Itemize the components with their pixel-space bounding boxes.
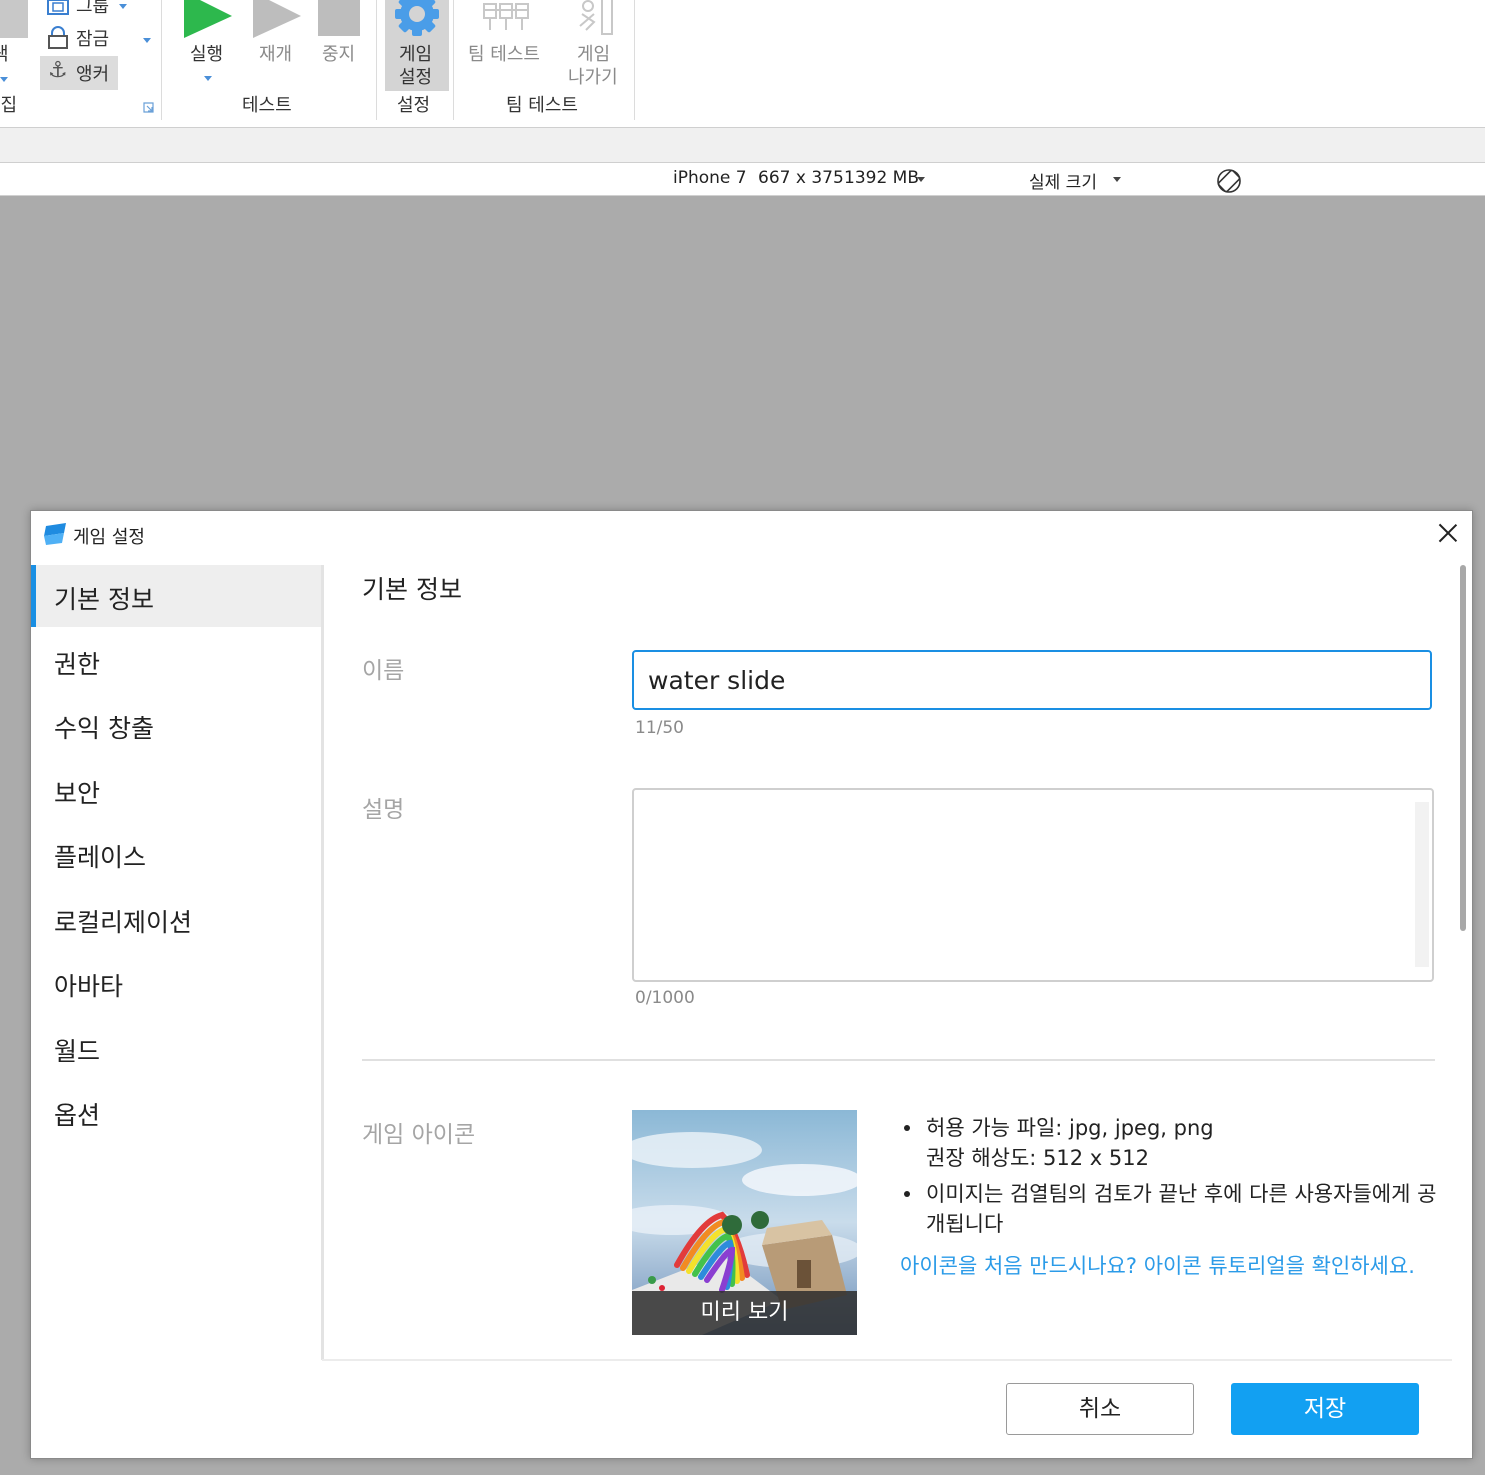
group-icon[interactable] bbox=[46, 0, 70, 16]
stop-icon bbox=[318, 0, 360, 36]
game-settings-dialog: 게임 설정 기본 정보 권한 수익 창출 보안 플레이스 로컬리제이션 아바타 … bbox=[30, 510, 1473, 1459]
dialog-titlebar[interactable]: 게임 설정 bbox=[31, 511, 1472, 557]
gear-icon bbox=[395, 0, 439, 36]
dialog-launcher-icon[interactable] bbox=[143, 102, 154, 113]
lock-icon[interactable] bbox=[46, 26, 70, 50]
device-name[interactable]: iPhone 7 bbox=[673, 168, 747, 188]
description-char-counter: 0/1000 bbox=[635, 988, 695, 1008]
name-char-counter: 11/50 bbox=[635, 718, 684, 738]
edit-group-title: 편집 bbox=[0, 95, 18, 116]
rotate-device-icon[interactable] bbox=[1216, 168, 1242, 194]
anchor-button-label: 앵커 bbox=[76, 64, 110, 85]
sidebar-item-avatar[interactable]: 아바타 bbox=[31, 952, 321, 1014]
sidebar-item-monetization[interactable]: 수익 창출 bbox=[31, 694, 321, 756]
game-icon-label: 게임 아이콘 bbox=[362, 1122, 476, 1148]
footer-divider bbox=[322, 1359, 1452, 1361]
sidebar-item-label: 월드 bbox=[54, 1037, 101, 1066]
resume-button-label: 재개 bbox=[259, 44, 293, 65]
group-dropdown-icon[interactable] bbox=[119, 4, 127, 9]
content-scrollbar[interactable] bbox=[1456, 565, 1468, 1360]
sidebar-item-security[interactable]: 보안 bbox=[31, 759, 321, 821]
description-label: 설명 bbox=[362, 797, 405, 823]
ribbon-separator bbox=[634, 0, 635, 120]
toolbar-strip bbox=[0, 128, 1485, 163]
moderation-notice-text: 이미지는 검열팀의 검토가 끝난 후에 다른 사용자들에게 공개됩니다 bbox=[926, 1182, 1437, 1236]
color-dropdown-icon[interactable] bbox=[0, 77, 8, 82]
preview-button[interactable]: 미리 보기 bbox=[632, 1291, 857, 1335]
settings-content: 기본 정보 이름 11/50 설명 0/1000 게임 아이콘 bbox=[322, 565, 1452, 1360]
exit-game-label-line2: 나가기 bbox=[568, 67, 618, 88]
color-button-label[interactable]: 색 bbox=[0, 40, 9, 66]
settings-group-title: 설정 bbox=[397, 95, 431, 116]
scale-selector[interactable]: 실제 크기 bbox=[1029, 168, 1097, 193]
sidebar-item-label: 로컬리제이션 bbox=[54, 908, 193, 937]
section-title: 기본 정보 bbox=[362, 575, 462, 604]
sidebar-item-permissions[interactable]: 권한 bbox=[31, 630, 321, 692]
icon-requirement-item: 이미지는 검열팀의 검토가 끝난 후에 다른 사용자들에게 공개됩니다 bbox=[900, 1179, 1440, 1239]
sidebar-item-label: 수익 창출 bbox=[54, 714, 154, 743]
resume-icon bbox=[253, 0, 301, 38]
save-button[interactable]: 저장 bbox=[1231, 1383, 1419, 1435]
name-input[interactable] bbox=[632, 650, 1432, 710]
scale-dropdown-icon[interactable] bbox=[1113, 177, 1121, 182]
ribbon-separator bbox=[453, 0, 454, 120]
sidebar-item-label: 보안 bbox=[54, 779, 101, 808]
icon-tutorial-link[interactable]: 아이콘을 처음 만드시나요? 아이콘 튜토리얼을 확인하세요. bbox=[900, 1250, 1415, 1280]
description-textarea[interactable] bbox=[632, 788, 1434, 982]
name-label: 이름 bbox=[362, 658, 405, 684]
device-resolution: 667 x 375 bbox=[758, 168, 844, 188]
sidebar-item-localization[interactable]: 로컬리제이션 bbox=[31, 888, 321, 950]
run-play-icon[interactable] bbox=[184, 0, 232, 38]
description-scrollbar[interactable] bbox=[1415, 802, 1429, 967]
ribbon-toolbar: 색 그룹 잠금 ⚓ 앵커 편집 실행 재개 중지 테스트 bbox=[0, 0, 1485, 128]
close-icon[interactable] bbox=[1438, 523, 1458, 543]
sidebar-item-label: 권한 bbox=[54, 650, 101, 679]
game-icon-thumbnail[interactable]: 미리 보기 bbox=[632, 1110, 857, 1335]
ribbon-separator bbox=[376, 0, 377, 120]
sidebar-item-places[interactable]: 플레이스 bbox=[31, 823, 321, 885]
sidebar-item-basic-info[interactable]: 기본 정보 bbox=[31, 565, 321, 627]
sidebar-item-label: 플레이스 bbox=[54, 843, 147, 872]
device-memory[interactable]: 1392 MB bbox=[844, 168, 919, 188]
group-button-label[interactable]: 그룹 bbox=[76, 0, 109, 18]
device-dropdown-icon[interactable] bbox=[917, 177, 925, 182]
exit-game-icon bbox=[579, 0, 613, 35]
scrollbar-thumb[interactable] bbox=[1460, 565, 1466, 931]
recommended-resolution-text: 권장 해상도: 512 x 512 bbox=[926, 1146, 1149, 1170]
roblox-studio-logo-icon bbox=[44, 523, 66, 545]
device-emulation-bar: iPhone 7 667 x 375 1392 MB 실제 크기 bbox=[0, 163, 1485, 196]
team-test-button-label: 팀 테스트 bbox=[468, 44, 540, 65]
cancel-button[interactable]: 취소 bbox=[1006, 1383, 1194, 1435]
section-divider bbox=[362, 1059, 1435, 1061]
dialog-title: 게임 설정 bbox=[73, 527, 145, 548]
team-test-group-title: 팀 테스트 bbox=[506, 95, 578, 116]
lock-button-label[interactable]: 잠금 bbox=[76, 25, 109, 51]
run-button-label[interactable]: 실행 bbox=[190, 40, 223, 66]
sidebar-item-options[interactable]: 옵션 bbox=[31, 1081, 321, 1143]
sidebar-item-world[interactable]: 월드 bbox=[31, 1017, 321, 1079]
sidebar-item-label: 아바타 bbox=[54, 972, 124, 1001]
sidebar-item-label: 기본 정보 bbox=[54, 585, 154, 614]
icon-requirements: 허용 가능 파일: jpg, jpeg, png 권장 해상도: 512 x 5… bbox=[900, 1113, 1440, 1245]
game-settings-label-line2: 설정 bbox=[399, 67, 433, 88]
color-swatch-icon[interactable] bbox=[0, 0, 28, 38]
settings-sidebar: 기본 정보 권한 수익 창출 보안 플레이스 로컬리제이션 아바타 월드 옵션 bbox=[31, 565, 324, 1360]
sidebar-item-label: 옵션 bbox=[54, 1101, 101, 1130]
stop-button-label: 중지 bbox=[322, 44, 356, 65]
icon-requirement-item: 허용 가능 파일: jpg, jpeg, png 권장 해상도: 512 x 5… bbox=[900, 1113, 1440, 1173]
allowed-files-text: 허용 가능 파일: jpg, jpeg, png bbox=[926, 1116, 1214, 1140]
anchor-icon: ⚓ bbox=[48, 58, 68, 83]
team-test-icon bbox=[483, 3, 529, 30]
test-group-title: 테스트 bbox=[242, 95, 292, 116]
run-dropdown-icon[interactable] bbox=[204, 76, 212, 81]
ribbon-separator bbox=[161, 0, 162, 120]
lock-dropdown-icon[interactable] bbox=[143, 38, 151, 43]
